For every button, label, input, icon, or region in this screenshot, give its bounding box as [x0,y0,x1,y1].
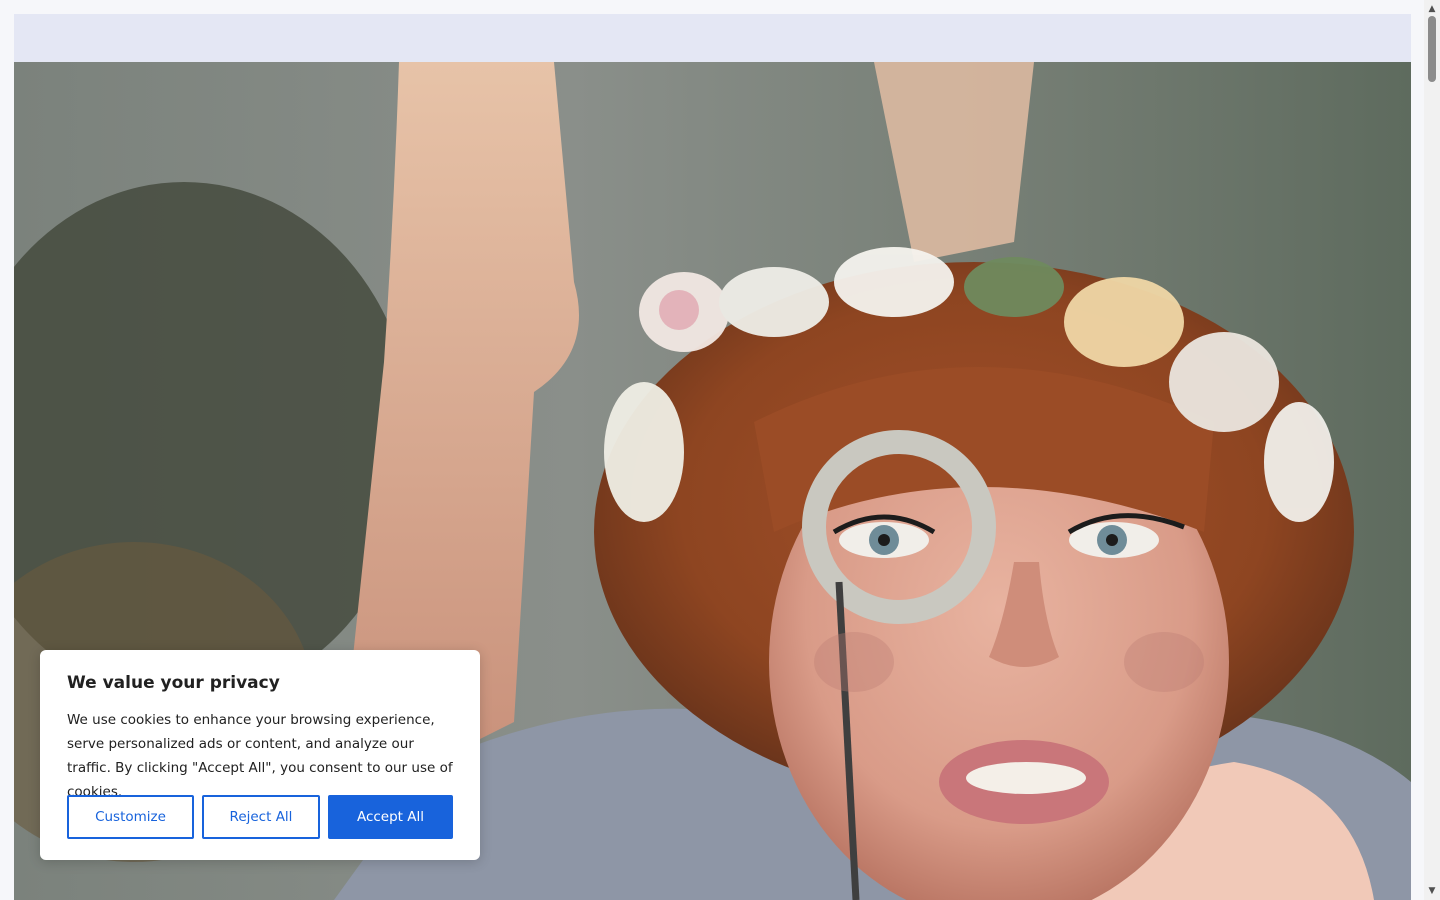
scrollbar-thumb[interactable] [1428,16,1436,82]
vertical-scrollbar[interactable]: ▲ ▼ [1424,0,1440,900]
page: ▲ ▼ We value your privacy We use cookies… [0,0,1440,900]
accept-all-button[interactable]: Accept All [328,795,453,839]
site-header-bar [14,14,1411,62]
cookie-banner-description: We use cookies to enhance your browsing … [67,712,453,800]
scroll-up-arrow-icon[interactable]: ▲ [1424,2,1440,16]
customize-button[interactable]: Customize [67,795,194,839]
scroll-down-arrow-icon[interactable]: ▼ [1424,884,1440,898]
reject-all-button[interactable]: Reject All [202,795,320,839]
cookie-banner-title: We value your privacy [67,673,280,693]
cookie-consent-banner: We value your privacy We use cookies to … [40,650,480,860]
